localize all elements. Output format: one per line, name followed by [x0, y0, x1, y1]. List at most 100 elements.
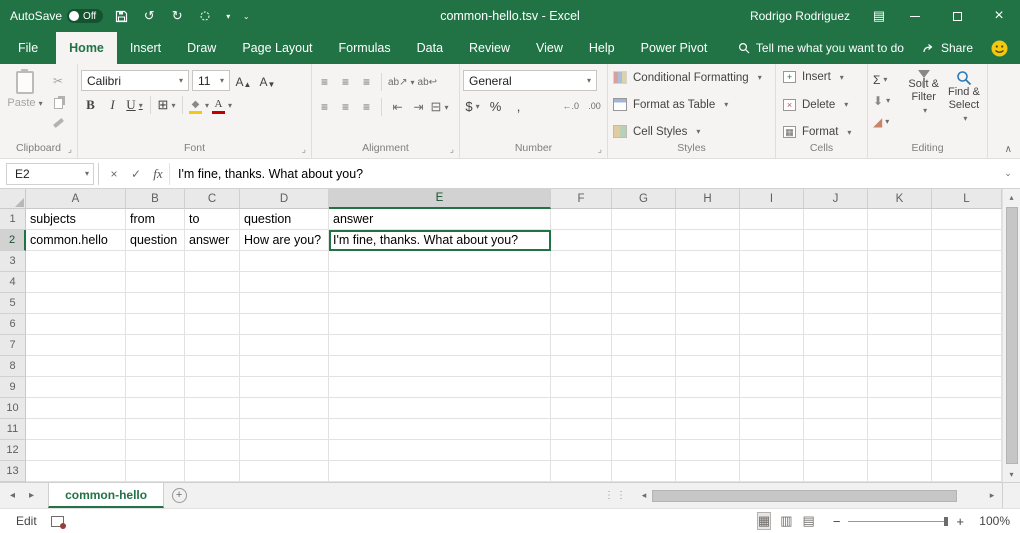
cell-B10[interactable] — [126, 398, 185, 419]
cut-icon[interactable]: ✂ — [47, 72, 69, 89]
cell-L8[interactable] — [932, 356, 1002, 377]
cell-A8[interactable] — [26, 356, 126, 377]
cell-I5[interactable] — [740, 293, 804, 314]
cell-J5[interactable] — [804, 293, 868, 314]
cell-L6[interactable] — [932, 314, 1002, 335]
borders-icon[interactable]: ⊞ — [157, 95, 176, 115]
prev-sheet-icon[interactable]: ◂ — [10, 490, 15, 501]
column-header-L[interactable]: L — [932, 189, 1002, 209]
minimize-button[interactable] — [894, 0, 936, 32]
cell-L5[interactable] — [932, 293, 1002, 314]
cell-J13[interactable] — [804, 461, 868, 482]
cell-J2[interactable] — [804, 230, 868, 251]
cell-E7[interactable] — [329, 335, 551, 356]
cell-G4[interactable] — [612, 272, 676, 293]
zoom-slider-thumb[interactable] — [944, 517, 948, 526]
align-left-icon[interactable]: ≡ — [315, 100, 333, 114]
cell-A12[interactable] — [26, 440, 126, 461]
cell-H2[interactable] — [676, 230, 740, 251]
cell-C11[interactable] — [185, 419, 240, 440]
cell-C12[interactable] — [185, 440, 240, 461]
cell-B11[interactable] — [126, 419, 185, 440]
tab-splitter-icon[interactable]: ⋮⋮ — [598, 483, 634, 508]
cell-G1[interactable] — [612, 209, 676, 230]
find-select-button[interactable]: Find & Select — [944, 67, 984, 141]
zoom-out-icon[interactable]: − — [833, 514, 841, 529]
cell-C8[interactable] — [185, 356, 240, 377]
cell-D2[interactable]: How are you? — [240, 230, 329, 251]
zoom-in-icon[interactable]: + — [956, 514, 964, 529]
new-sheet-button[interactable]: + — [164, 483, 194, 508]
autosum-button[interactable]: Σ — [871, 70, 904, 89]
next-sheet-icon[interactable]: ▸ — [29, 490, 34, 501]
cell-D1[interactable]: question — [240, 209, 329, 230]
cell-D7[interactable] — [240, 335, 329, 356]
number-dialog-launcher-icon[interactable]: ⌟ — [598, 142, 602, 157]
cell-I6[interactable] — [740, 314, 804, 335]
cell-H11[interactable] — [676, 419, 740, 440]
cell-C9[interactable] — [185, 377, 240, 398]
scroll-right-icon[interactable]: ▸ — [984, 490, 1000, 501]
fill-button[interactable]: ⬇ — [871, 91, 904, 110]
cell-A6[interactable] — [26, 314, 126, 335]
close-button[interactable]: × — [978, 0, 1020, 32]
row-header-12[interactable]: 12 — [0, 440, 26, 461]
cell-L12[interactable] — [932, 440, 1002, 461]
column-header-E[interactable]: E — [329, 189, 551, 209]
cell-G12[interactable] — [612, 440, 676, 461]
cell-G8[interactable] — [612, 356, 676, 377]
cell-E11[interactable] — [329, 419, 551, 440]
feedback-smiley-icon[interactable] — [991, 40, 1008, 57]
cell-E13[interactable] — [329, 461, 551, 482]
cell-G13[interactable] — [612, 461, 676, 482]
cell-J6[interactable] — [804, 314, 868, 335]
save-icon[interactable] — [111, 6, 131, 26]
autosave-toggle[interactable]: AutoSave Off — [10, 9, 103, 23]
row-header-10[interactable]: 10 — [0, 398, 26, 419]
column-header-A[interactable]: A — [26, 189, 126, 209]
scroll-left-icon[interactable]: ◂ — [636, 490, 652, 501]
align-right-icon[interactable]: ≡ — [357, 100, 375, 114]
cell-A10[interactable] — [26, 398, 126, 419]
italic-button[interactable]: I — [103, 95, 122, 115]
insert-function-icon[interactable]: fx — [147, 163, 169, 185]
delete-cells-button[interactable]: ×Delete — [783, 99, 862, 111]
cell-J4[interactable] — [804, 272, 868, 293]
column-header-C[interactable]: C — [185, 189, 240, 209]
cell-D11[interactable] — [240, 419, 329, 440]
cell-C7[interactable] — [185, 335, 240, 356]
cell-D10[interactable] — [240, 398, 329, 419]
cell-G5[interactable] — [612, 293, 676, 314]
cell-E5[interactable] — [329, 293, 551, 314]
column-header-H[interactable]: H — [676, 189, 740, 209]
row-header-11[interactable]: 11 — [0, 419, 26, 440]
cell-E10[interactable] — [329, 398, 551, 419]
cell-I13[interactable] — [740, 461, 804, 482]
cell-E12[interactable] — [329, 440, 551, 461]
cell-D9[interactable] — [240, 377, 329, 398]
column-header-B[interactable]: B — [126, 189, 185, 209]
font-dialog-launcher-icon[interactable]: ⌟ — [302, 142, 306, 157]
vertical-scroll-thumb[interactable] — [1006, 207, 1018, 464]
cell-A7[interactable] — [26, 335, 126, 356]
cell-C6[interactable] — [185, 314, 240, 335]
format-as-table-button[interactable]: Format as Table — [613, 98, 770, 111]
cell-B7[interactable] — [126, 335, 185, 356]
decrease-indent-icon[interactable]: ⇤ — [388, 100, 406, 114]
cell-H3[interactable] — [676, 251, 740, 272]
cell-F10[interactable] — [551, 398, 612, 419]
column-header-I[interactable]: I — [740, 189, 804, 209]
tab-formulas[interactable]: Formulas — [326, 32, 404, 64]
tab-data[interactable]: Data — [404, 32, 456, 64]
chevron-down-icon[interactable]: ▾ — [223, 6, 233, 26]
tab-draw[interactable]: Draw — [174, 32, 229, 64]
scroll-down-icon[interactable]: ▾ — [1009, 466, 1013, 482]
decrease-font-icon[interactable]: A▼ — [257, 71, 278, 91]
cell-F12[interactable] — [551, 440, 612, 461]
sheet-tab-common-hello[interactable]: common-hello — [48, 483, 164, 508]
row-header-5[interactable]: 5 — [0, 293, 26, 314]
cell-H4[interactable] — [676, 272, 740, 293]
ribbon-display-options-icon[interactable]: ▤ — [864, 0, 894, 32]
align-middle-icon[interactable]: ≡ — [336, 75, 354, 89]
cell-B3[interactable] — [126, 251, 185, 272]
